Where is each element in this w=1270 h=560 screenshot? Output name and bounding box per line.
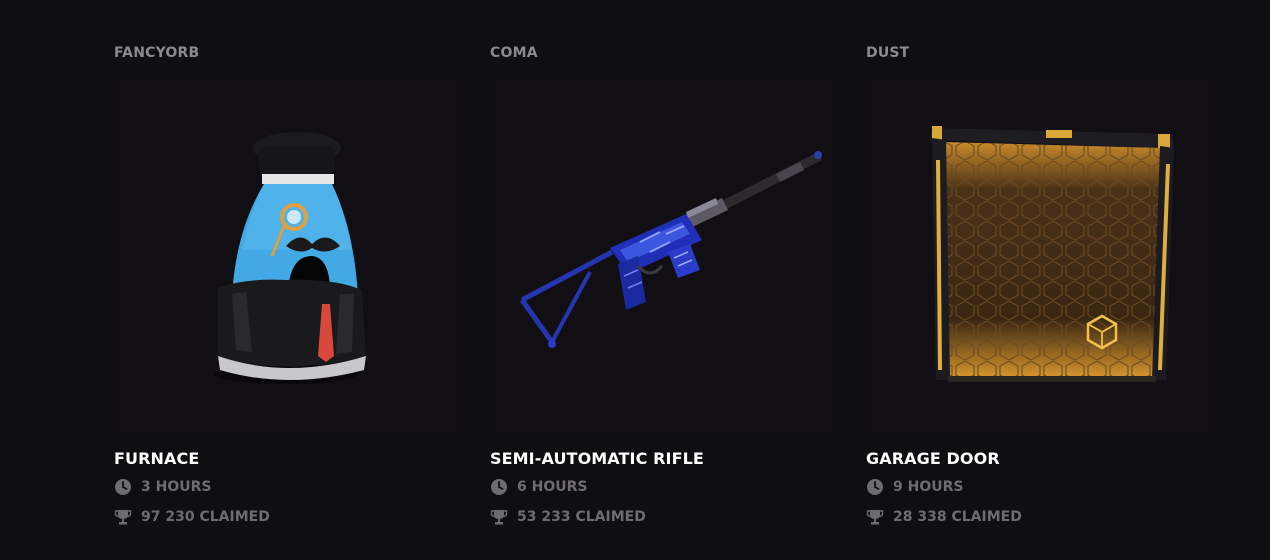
duration-row: 6 HOURS [490, 478, 587, 496]
item-name[interactable]: FURNACE [114, 449, 199, 468]
drop-card-semi-automatic-rifle[interactable]: COMA SEMI-AUTOMATIC RIFLE 6 HOURS 53 233… [490, 0, 836, 560]
creator-name[interactable]: FANCYORB [114, 45, 199, 61]
item-image-rifle[interactable] [490, 80, 836, 436]
trophy-icon [490, 508, 508, 526]
creator-name[interactable]: COMA [490, 45, 538, 61]
duration-text: 9 HOURS [893, 479, 964, 495]
duration-text: 3 HOURS [141, 479, 212, 495]
duration-text: 6 HOURS [517, 479, 588, 495]
claimed-row: 28 338 CLAIMED [866, 508, 1022, 526]
item-name[interactable]: SEMI-AUTOMATIC RIFLE [490, 449, 704, 468]
clock-icon [114, 478, 132, 496]
garage-door-image [930, 126, 1174, 382]
drop-card-garage-door[interactable]: DUST GARAGE DOOR 9 HOURS 28 338 CLAIMED [866, 0, 1212, 560]
claimed-text: 28 338 CLAIMED [893, 509, 1022, 525]
duration-row: 3 HOURS [114, 478, 211, 496]
claimed-text: 53 233 CLAIMED [517, 509, 646, 525]
item-image-garage-door[interactable] [866, 80, 1212, 436]
trophy-icon [866, 508, 884, 526]
claimed-row: 97 230 CLAIMED [114, 508, 270, 526]
claimed-text: 97 230 CLAIMED [141, 509, 270, 525]
drop-card-furnace[interactable]: FANCYORB FURNACE 3 HOURS 97 230 CLAIMED [114, 0, 460, 560]
drops-grid: FANCYORB FURNACE 3 HOURS 97 230 CLAIMED … [114, 0, 1214, 560]
duration-row: 9 HOURS [866, 478, 963, 496]
rifle-image [519, 151, 822, 348]
furnace-image [214, 132, 366, 384]
clock-icon [490, 478, 508, 496]
item-image-furnace[interactable] [114, 80, 460, 436]
item-name[interactable]: GARAGE DOOR [866, 449, 1000, 468]
clock-icon [866, 478, 884, 496]
creator-name[interactable]: DUST [866, 45, 909, 61]
trophy-icon [114, 508, 132, 526]
claimed-row: 53 233 CLAIMED [490, 508, 646, 526]
